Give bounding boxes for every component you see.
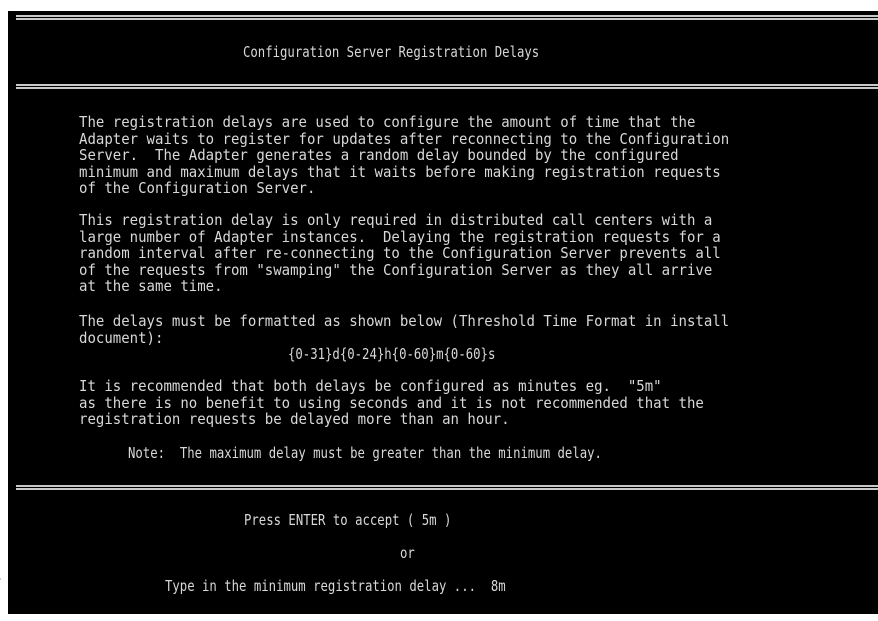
text-line: document): bbox=[79, 328, 164, 347]
text-line: It is recommended that both delays be co… bbox=[79, 377, 662, 395]
format-example: {0-31}d{0-24}h{0-60}m{0-60}s bbox=[288, 345, 496, 363]
paragraph-description: The registration delays are used to conf… bbox=[79, 114, 729, 197]
or-text: or bbox=[400, 544, 415, 562]
header-divider bbox=[16, 84, 878, 89]
paragraph-recommendation: It is recommended that both delays be co… bbox=[79, 378, 704, 428]
text-line: of the requests from "swamping" the Conf… bbox=[79, 260, 713, 279]
text-line: minimum and maximum delays that it waits… bbox=[79, 162, 721, 181]
text-line: The registration delays are used to conf… bbox=[79, 113, 696, 131]
cursor-mark bbox=[0, 578, 1, 580]
text-line: large number of Adapter instances. Delay… bbox=[79, 227, 721, 246]
footer-divider bbox=[16, 485, 878, 490]
text-line: as there is no benefit to using seconds … bbox=[79, 393, 704, 412]
delay-input-prompt[interactable]: Type in the minimum registration delay .… bbox=[165, 578, 506, 595]
text-line: random interval after re-connecting to t… bbox=[79, 244, 721, 262]
console-window: Configuration Server Registration Delays… bbox=[8, 11, 878, 614]
text-line: Adapter waits to register for updates af… bbox=[79, 129, 730, 148]
accept-prompt: Press ENTER to accept ( 5m ) bbox=[244, 511, 452, 529]
text-line: Server. The Adapter generates a random d… bbox=[79, 146, 679, 164]
text-line: at the same time. bbox=[79, 277, 223, 295]
text-line: registration requests be delayed more th… bbox=[79, 410, 510, 428]
paragraph-usage: This registration delay is only required… bbox=[79, 212, 721, 295]
text-line: of the Configuration Server. bbox=[79, 179, 316, 197]
note-text: Note: The maximum delay must be greater … bbox=[128, 444, 602, 462]
screen-title: Configuration Server Registration Delays bbox=[243, 43, 540, 61]
paragraph-format: The delays must be formatted as shown be… bbox=[79, 313, 729, 346]
top-divider bbox=[16, 15, 878, 20]
text-line: The delays must be formatted as shown be… bbox=[79, 312, 730, 330]
text-line: This registration delay is only required… bbox=[79, 211, 713, 229]
